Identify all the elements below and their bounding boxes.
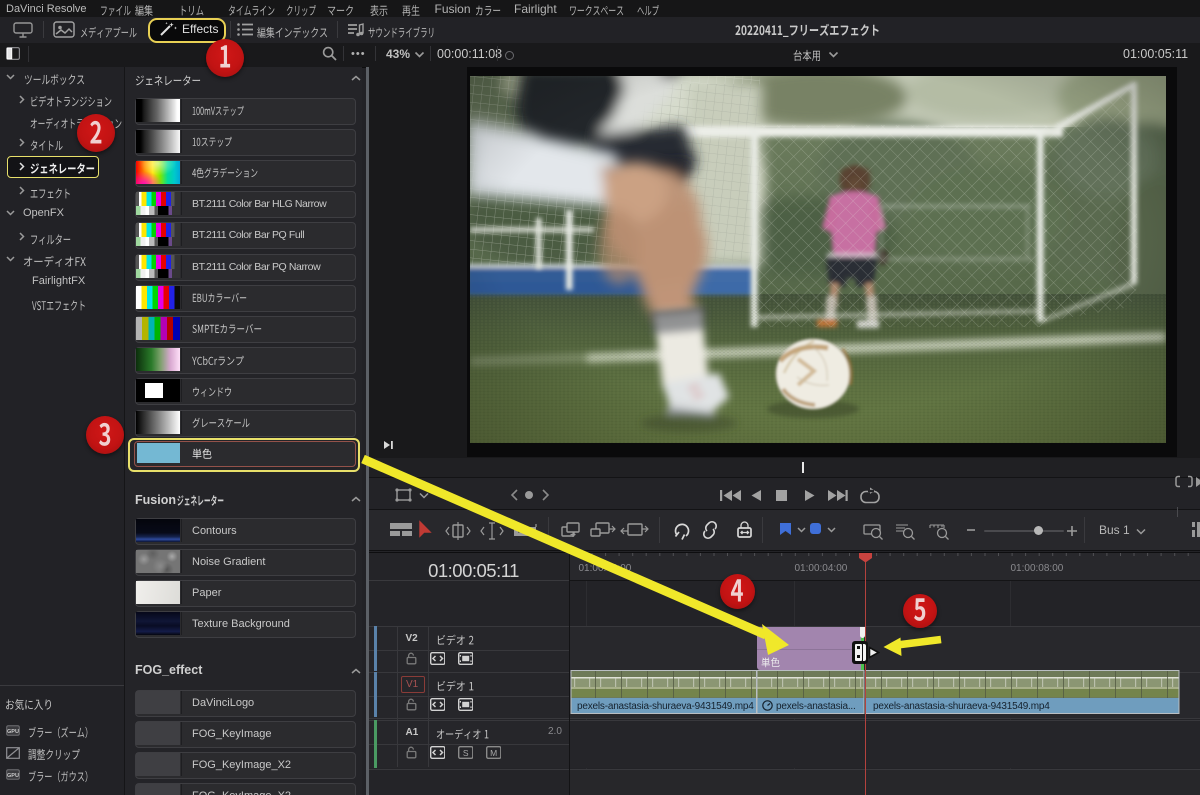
svg-text:GPU: GPU [7, 729, 19, 735]
svg-text:GPU: GPU [7, 773, 19, 779]
svg-text:S: S [462, 747, 468, 757]
svg-text:M: M [490, 747, 497, 757]
